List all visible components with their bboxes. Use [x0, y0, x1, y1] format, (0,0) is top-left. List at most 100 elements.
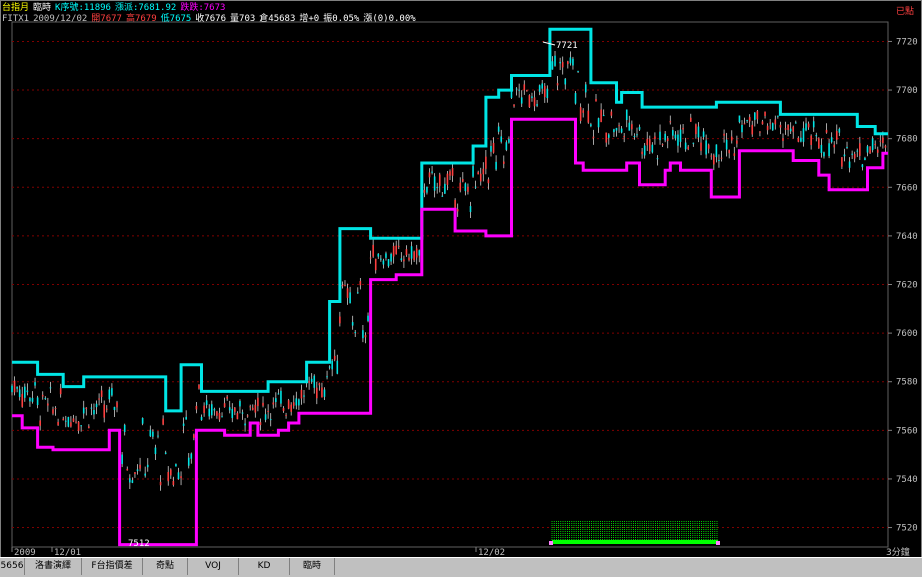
y-tick-label: 7600 [896, 329, 918, 339]
candle-body [80, 425, 82, 427]
candle-body [766, 125, 769, 131]
candle-body [546, 88, 549, 99]
candle-body [351, 322, 354, 326]
candle-body [666, 138, 669, 142]
candle-body [743, 123, 746, 125]
candle-body [226, 396, 228, 399]
candle-body [111, 388, 113, 396]
candle-body [193, 434, 195, 438]
candle-body [771, 123, 774, 131]
candle-body [277, 393, 280, 395]
candle-body [82, 407, 85, 414]
tab-4[interactable]: VOJ [188, 558, 239, 575]
upper-band-line [12, 27, 888, 413]
candle-body [538, 85, 541, 92]
candle-body [359, 281, 362, 286]
candle-body [866, 146, 869, 153]
candle-body [295, 398, 298, 406]
candle-body [567, 61, 569, 65]
candle-body [851, 153, 853, 155]
candle-body [636, 134, 638, 136]
candle-body [728, 150, 730, 154]
candle-body [162, 418, 164, 425]
candle-body [689, 117, 692, 122]
candle-body [754, 112, 756, 120]
candle-body [869, 146, 871, 154]
tab-0[interactable]: 5656 [0, 558, 25, 575]
candle-body [64, 420, 67, 422]
tab-5[interactable]: KD [239, 558, 290, 575]
candle-body [49, 387, 52, 389]
candle-body [789, 128, 792, 132]
candle-body [759, 131, 761, 133]
candle-body [815, 135, 818, 137]
price-chart[interactable]: 7720 7700 7680 7660 7640 7620 7600 7580 7560 7540… [0, 0, 922, 576]
candle-body [108, 389, 111, 400]
candle-body [136, 469, 139, 472]
candle-body [794, 122, 797, 124]
candle-body [374, 258, 377, 271]
y-tick-label: 7540 [896, 475, 918, 485]
candle-body [531, 96, 533, 98]
candle-body [638, 126, 641, 130]
candle-body [841, 157, 843, 167]
candle-body [684, 142, 687, 150]
candle-body [126, 468, 129, 471]
candle-body [884, 145, 887, 148]
candle-body [241, 412, 244, 414]
tab-6[interactable]: 臨時 [290, 558, 335, 575]
candle-body [736, 140, 738, 144]
candle-body [623, 136, 625, 138]
candle-body [88, 426, 90, 429]
candle-body [828, 143, 830, 157]
candle-body [474, 186, 477, 188]
candle-body [526, 90, 528, 92]
candle-body [103, 404, 106, 418]
candle-body [818, 138, 820, 149]
y-tick-label: 7720 [896, 37, 918, 47]
candle-body [561, 61, 564, 68]
candle-body [113, 406, 116, 411]
candle-body [52, 409, 54, 414]
candle-body [170, 469, 172, 476]
candle-body [787, 124, 789, 130]
volume-marker [716, 541, 720, 545]
y-tick-label: 7700 [896, 86, 918, 96]
candle-body [848, 161, 851, 168]
tab-3[interactable]: 奇點 [143, 558, 188, 575]
candle-body [610, 111, 613, 116]
tab-1[interactable]: 洛書演繹 [25, 558, 82, 575]
candle-body [556, 83, 559, 86]
candle-body [221, 416, 223, 418]
candle-body [551, 61, 554, 70]
candle-body [316, 387, 318, 399]
candle-body [269, 419, 272, 421]
candle-body [810, 135, 812, 146]
candle-body [195, 405, 198, 410]
candle-body [159, 481, 162, 486]
candle-body [700, 142, 702, 151]
candle-body [93, 409, 95, 415]
candle-body [36, 397, 39, 406]
candle-body [746, 120, 748, 122]
candle-body [98, 398, 100, 400]
candle-body [764, 111, 766, 116]
candle-body [262, 402, 264, 406]
candle-body [200, 416, 203, 421]
candle-body [267, 410, 269, 412]
candle-body [344, 285, 346, 287]
candle-body [807, 123, 810, 128]
candle-body [464, 183, 467, 192]
candle-body [505, 142, 508, 150]
candle-body [646, 138, 649, 146]
candle-body [797, 137, 800, 142]
candle-body [536, 104, 538, 106]
candle-body [123, 424, 126, 432]
candle-body [446, 173, 449, 185]
tab-2[interactable]: F台指價差 [82, 558, 143, 575]
candle-body [418, 250, 421, 256]
candle-body [172, 480, 175, 486]
y-tick-label: 7640 [896, 232, 918, 242]
candle-body [459, 182, 462, 191]
candle-body [287, 400, 290, 409]
